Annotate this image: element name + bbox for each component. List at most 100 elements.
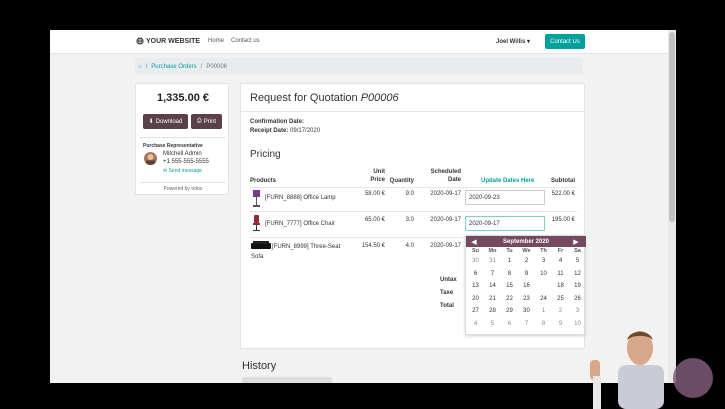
caret-down-icon: ▾ [526,39,530,45]
browser-viewport: YOUR WEBSITE Home Contact us Joel Willis… [50,30,676,383]
row2-scheduled: 2020-09-17 [430,217,461,223]
breadcrumb-purchase-orders[interactable]: Purchase Orders [151,64,196,70]
calendar-day[interactable]: 29 [501,306,518,317]
calendar-day[interactable]: 18 [552,281,569,292]
calendar-day[interactable]: 24 [535,294,552,305]
row2-date-input[interactable]: 2020-09-17 [465,216,545,231]
calendar-day[interactable]: 30 [467,256,484,267]
calendar-day[interactable]: 5 [484,319,501,330]
row3-product[interactable]: [FURN_8999] Three-Seat [272,244,340,250]
confirmation-label: Confirmation Date: [250,119,304,125]
sofa-image [251,241,271,249]
print-label: Print [203,118,217,125]
calendar-day[interactable]: 1 [535,306,552,317]
page-title: Request for Quotation P00006 [250,92,399,104]
scrollbar-thumb[interactable] [669,32,675,222]
col-unit-price-line1: Unit [373,169,385,175]
calendar-day[interactable]: 9 [518,269,535,280]
user-name: Joel Willis [496,39,526,45]
calendar-month: September 2020 [466,236,586,247]
powered-by: Powered by odoo [163,186,203,192]
calendar-weekday: Tu [506,248,513,254]
print-icon: ⎙ [196,118,202,124]
title-prefix: Request for Quotation [250,92,358,104]
calendar-day[interactable]: 7 [484,269,501,280]
office-chair-image [253,215,260,231]
calendar-day[interactable]: 2 [518,256,535,267]
calendar-day[interactable]: 7 [518,319,535,330]
channel-logo [673,358,713,398]
col-quantity: Quantity [389,178,414,184]
col-unit-price: Unit Price [351,168,385,184]
calendar-day[interactable]: 23 [518,294,535,305]
calendar-day[interactable]: 16 [518,281,535,292]
calendar-day[interactable]: 4 [467,319,484,330]
website-logo[interactable]: YOUR WEBSITE [136,37,200,45]
calendar-weekday: Fr [557,248,564,254]
send-message-link[interactable]: ✉ Send message [163,168,202,174]
calendar-day[interactable]: 8 [535,319,552,330]
calendar-day[interactable]: 11 [552,269,569,280]
calendar-day[interactable]: 14 [484,281,501,292]
receipt-label: Receipt Date: [250,128,289,134]
calendar-weekday: Sa [574,248,581,254]
chevron-left-icon[interactable]: ◀ [469,236,479,247]
top-navbar: YOUR WEBSITE Home Contact us Joel Willis… [50,30,668,54]
calendar-day[interactable]: 27 [467,306,484,317]
calendar-day[interactable]: 15 [501,281,518,292]
calendar-weekday: We [522,248,531,254]
col-unit-price-line2: Price [370,177,385,183]
calendar-day[interactable]: 3 [535,256,552,267]
row3-price: 154.50 € [361,243,385,249]
calendar-day[interactable]: 9 [552,319,569,330]
divider [241,111,586,112]
calendar-day[interactable]: 31 [484,256,501,267]
contact-us-button[interactable]: Contact Us [545,34,585,49]
calendar-day[interactable]: 19 [569,281,586,292]
calendar-day[interactable]: 10 [535,269,552,280]
row1-date-input[interactable]: 2020-09-23 [465,190,545,205]
home-icon[interactable]: ⌂ [138,64,142,70]
calendar-day[interactable]: 8 [501,269,518,280]
receipt-date: Receipt Date: 09/17/2020 [250,128,320,134]
row2-subtotal: 195.00 € [551,217,575,223]
calendar-day[interactable]: 28 [484,306,501,317]
calendar-day[interactable]: 13 [467,281,484,292]
calendar-day[interactable]: 10 [569,319,586,330]
user-menu[interactable]: Joel Willis ▾ [496,38,530,45]
chevron-right-icon[interactable]: ▶ [571,236,581,247]
title-reference: P00006 [360,92,399,104]
calendar-day[interactable]: 25 [552,294,569,305]
calendar-day[interactable]: 22 [501,294,518,305]
calendar-day[interactable]: 6 [501,319,518,330]
calendar-weekday: Mo [488,248,497,254]
col-scheduled-line1: Scheduled [430,169,461,175]
divider [140,182,226,183]
calendar-weekday: Su [471,248,480,254]
row1-product[interactable]: [FURN_8888] Office Lamp [265,195,336,201]
calendar-day[interactable]: 17 [535,281,552,292]
calendar-day[interactable]: 5 [569,256,586,267]
row3-product-line2: Sofa [251,254,264,260]
calendar-day[interactable]: 3 [569,306,586,317]
calendar-day[interactable]: 30 [518,306,535,317]
calendar-day[interactable]: 1 [501,256,518,267]
calendar-day[interactable]: 20 [467,294,484,305]
row1-price: 58.00 € [364,191,385,197]
nav-link-home[interactable]: Home [208,38,224,44]
calendar-day[interactable]: 21 [484,294,501,305]
row2-qty: 3.0 [405,217,414,223]
nav-link-contact[interactable]: Contact us [231,38,260,44]
untaxed-label: Untax [440,277,457,283]
row2-product[interactable]: [FURN_7777] Office Chair [265,221,335,227]
print-button[interactable]: ⎙ Print [191,114,222,129]
calendar-day[interactable]: 2 [552,306,569,317]
download-button[interactable]: ⬇ Download [143,114,188,129]
history-heading: History [242,360,277,372]
breadcrumb: ⌂ / Purchase Orders / P00006 [135,58,583,75]
calendar-day[interactable]: 26 [569,294,586,305]
divider [140,137,226,138]
calendar-day[interactable]: 6 [467,269,484,280]
calendar-day[interactable]: 12 [569,269,586,280]
calendar-day[interactable]: 4 [552,256,569,267]
